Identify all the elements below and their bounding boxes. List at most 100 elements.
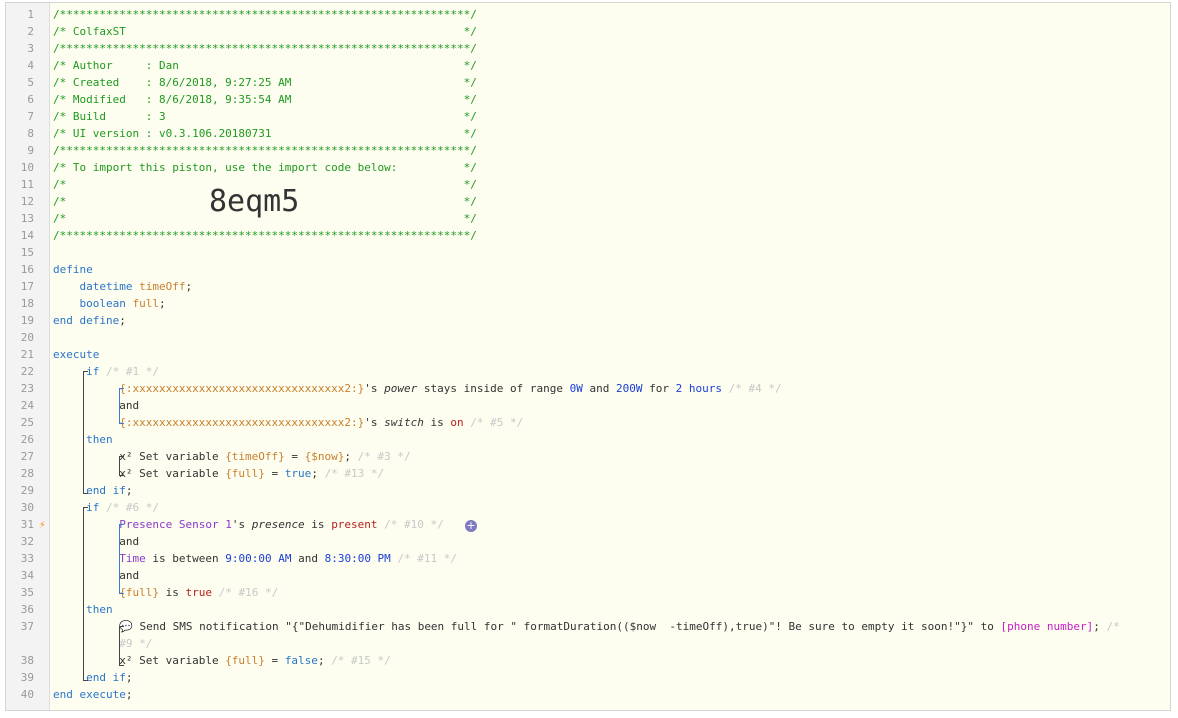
line-number: 35 xyxy=(20,586,34,599)
line-code[interactable]: execute xyxy=(53,346,99,363)
line-code[interactable]: and xyxy=(53,567,139,584)
line-code[interactable]: /***************************************… xyxy=(53,40,477,57)
action-bracket-1 xyxy=(119,456,124,476)
code-line: 16 define xyxy=(6,261,1170,278)
line-number: 33 xyxy=(20,552,34,565)
line-number: 32 xyxy=(20,535,34,548)
code-line: 32 and xyxy=(6,533,1170,550)
line-number: 15 xyxy=(20,246,34,259)
line-code[interactable]: /* UI version : v0.3.106.20180731 */ xyxy=(53,125,477,142)
if-block-1-rail xyxy=(83,371,88,494)
line-number: 3 xyxy=(27,42,34,55)
line-code[interactable]: and xyxy=(53,397,139,414)
line-code[interactable]: end define; xyxy=(53,312,126,329)
line-code[interactable]: 💬 Send SMS notification "{"Dehumidifier … xyxy=(53,618,1119,635)
line-number: 39 xyxy=(20,671,34,684)
code-line: 11/* */ xyxy=(6,176,1170,193)
code-line: 4 /* Author : Dan */ xyxy=(6,57,1170,74)
line-number: 38 xyxy=(20,654,34,667)
line-code[interactable]: #9 */ xyxy=(53,635,152,652)
code-line: 5 /* Created : 8/6/2018, 9:27:25 AM */ xyxy=(6,74,1170,91)
code-line: 33 Time is between 9:00:00 AM and 8:30:0… xyxy=(6,550,1170,567)
condition-bracket-2 xyxy=(119,524,124,594)
line-number: 40 xyxy=(20,688,34,701)
code-line: 21 execute xyxy=(6,346,1170,363)
trigger-bolt-icon: ⚡ xyxy=(39,518,46,531)
line-number: 7 xyxy=(27,110,34,123)
line-number: 2 xyxy=(27,25,34,38)
code-editor[interactable]: 1 /**************************************… xyxy=(5,2,1171,711)
line-code[interactable]: x² Set variable {full} = false; /* #15 *… xyxy=(53,652,391,669)
line-code[interactable]: if /* #6 */ xyxy=(53,499,159,516)
code-line: 37 💬 Send SMS notification "{"Dehumidifi… xyxy=(6,618,1170,635)
line-number: 18 xyxy=(20,297,34,310)
line-code[interactable]: Presence Sensor 1's presence is present … xyxy=(53,516,444,533)
code-line: 40 end execute; xyxy=(6,686,1170,703)
line-code[interactable]: Time is between 9:00:00 AM and 8:30:00 P… xyxy=(53,550,457,567)
code-line: 2 /* ColfaxST */ xyxy=(6,23,1170,40)
line-number: 11 xyxy=(20,178,34,191)
code-line: #9 */ xyxy=(6,635,1170,652)
line-code[interactable]: /* To import this piston, use the import… xyxy=(53,159,477,176)
line-code[interactable]: /* Author : Dan */ xyxy=(53,57,477,74)
line-code[interactable]: /* Created : 8/6/2018, 9:27:25 AM */ xyxy=(53,74,477,91)
line-number: 10 xyxy=(20,161,34,174)
line-number: 5 xyxy=(27,76,34,89)
line-number: 28 xyxy=(20,467,34,480)
line-code[interactable]: boolean full; xyxy=(53,295,166,312)
line-code[interactable]: /* Build : 3 */ xyxy=(53,108,477,125)
line-number: 8 xyxy=(27,127,34,140)
code-line: 10 /* To import this piston, use the impo… xyxy=(6,159,1170,176)
code-line: 22 if /* #1 */ xyxy=(6,363,1170,380)
line-number: 6 xyxy=(27,93,34,106)
code-line: 8 /* UI version : v0.3.106.20180731 */ xyxy=(6,125,1170,142)
line-number: 19 xyxy=(20,314,34,327)
line-code[interactable]: /***************************************… xyxy=(53,227,477,244)
line-code[interactable]: define xyxy=(53,261,93,278)
code-line: 18 boolean full; xyxy=(6,295,1170,312)
line-number: 16 xyxy=(20,263,34,276)
line-number: 14 xyxy=(20,229,34,242)
line-code[interactable]: x² Set variable {timeOff} = {$now}; /* #… xyxy=(53,448,410,465)
code-line: 29 end if; xyxy=(6,482,1170,499)
import-code[interactable]: 8eqm5 xyxy=(209,185,299,219)
line-number: 22 xyxy=(20,365,34,378)
code-line: 17 datetime timeOff; xyxy=(6,278,1170,295)
line-number: 29 xyxy=(20,484,34,497)
code-line: 35 {full} is true /* #16 */ xyxy=(6,584,1170,601)
code-line: 15 xyxy=(6,244,1170,261)
code-line: 6 /* Modified : 8/6/2018, 9:35:54 AM */ xyxy=(6,91,1170,108)
line-code[interactable]: {:xxxxxxxxxxxxxxxxxxxxxxxxxxxxxxxx2:}'s … xyxy=(53,380,781,397)
code-line: 39 end if; xyxy=(6,669,1170,686)
line-code[interactable]: end execute; xyxy=(53,686,132,703)
add-condition-plus-icon[interactable]: + xyxy=(465,520,477,532)
line-number: 17 xyxy=(20,280,34,293)
line-number: 27 xyxy=(20,450,34,463)
line-code[interactable]: end if; xyxy=(53,669,132,686)
line-number: 23 xyxy=(20,382,34,395)
action-bracket-2 xyxy=(119,626,124,666)
line-code[interactable]: /* Modified : 8/6/2018, 9:35:54 AM */ xyxy=(53,91,477,108)
line-number: 1 xyxy=(27,8,34,21)
line-code[interactable]: end if; xyxy=(53,482,132,499)
line-code[interactable]: x² Set variable {full} = true; /* #13 */ xyxy=(53,465,384,482)
line-code[interactable]: and xyxy=(53,533,139,550)
code-line: 31 Presence Sensor 1's presence is prese… xyxy=(6,516,1170,533)
line-code[interactable]: /* ColfaxST */ xyxy=(53,23,477,40)
condition-bracket-1 xyxy=(119,388,124,424)
line-code[interactable]: /***************************************… xyxy=(53,6,477,23)
line-number: 37 xyxy=(20,620,34,633)
code-line: 19 end define; xyxy=(6,312,1170,329)
line-number: 4 xyxy=(27,59,34,72)
code-line: 30 if /* #6 */ xyxy=(6,499,1170,516)
code-line: 24 and xyxy=(6,397,1170,414)
code-line: 36 then xyxy=(6,601,1170,618)
code-line: 12/* */ xyxy=(6,193,1170,210)
line-code[interactable]: if /* #1 */ xyxy=(53,363,159,380)
line-code[interactable]: /***************************************… xyxy=(53,142,477,159)
line-number: 12 xyxy=(20,195,34,208)
line-number: 13 xyxy=(20,212,34,225)
line-number: 25 xyxy=(20,416,34,429)
line-code[interactable]: datetime timeOff; xyxy=(53,278,193,295)
line-number: 34 xyxy=(20,569,34,582)
